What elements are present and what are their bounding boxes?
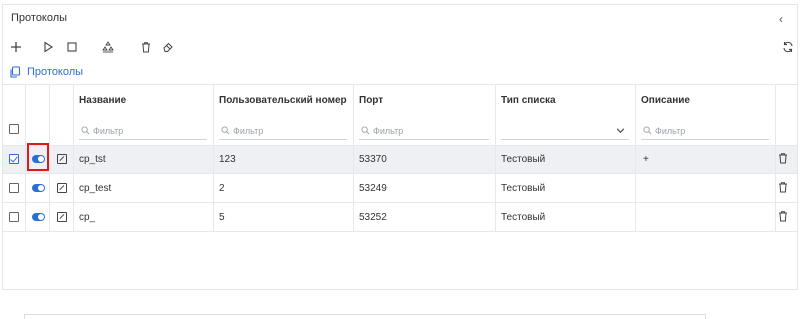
filter-placeholder: Фильтр [233,125,264,136]
stop-icon[interactable] [65,40,79,54]
breadcrumb-label[interactable]: Протоколы [27,66,83,78]
select-all-checkbox[interactable] [9,124,19,134]
cell-list-type: Тестовый [501,212,546,223]
cell-port: 53370 [359,154,387,165]
cell-list-type: Тестовый [501,154,546,165]
column-header-list-type[interactable]: Тип списка [501,95,556,106]
filter-port[interactable]: Фильтр [359,122,489,140]
column-header-name[interactable]: Название [79,95,126,106]
filter-list-type-select[interactable] [501,122,629,140]
column-header-description[interactable]: Описание [641,95,690,106]
plus-icon[interactable] [9,40,23,54]
search-icon [81,126,90,135]
filter-name[interactable]: Фильтр [79,122,207,140]
bottom-panel-edge [24,314,706,319]
filter-placeholder: Фильтр [373,125,404,136]
enable-toggle[interactable] [32,184,45,192]
search-icon [221,126,230,135]
play-icon[interactable] [41,40,55,54]
edit-icon[interactable] [57,212,67,222]
search-icon [643,126,652,135]
chevron-down-icon [616,128,625,134]
enable-toggle[interactable] [32,213,45,221]
trash-icon[interactable] [777,152,789,164]
cell-description: + [643,154,649,165]
trash-icon[interactable] [777,210,789,222]
trash-icon[interactable] [777,181,789,193]
filter-user-number[interactable]: Фильтр [219,122,347,140]
eraser-icon[interactable] [161,40,175,54]
filter-placeholder: Фильтр [93,125,124,136]
cell-user-number: 123 [219,154,236,165]
chevron-left-icon[interactable]: ‹ [779,12,783,26]
copy-icon [9,66,21,78]
search-icon [361,126,370,135]
row-checkbox[interactable] [9,154,19,164]
cluster-icon[interactable] [101,40,115,54]
cell-port: 53252 [359,212,387,223]
panel-title: Протоколы [11,12,68,24]
cell-name: cp_ [79,212,96,223]
refresh-icon[interactable] [781,40,795,54]
filter-placeholder: Фильтр [655,125,686,136]
protocols-table: Название Пользовательский номер Порт Тип… [2,84,798,290]
trash-icon[interactable] [139,40,153,54]
cell-name: cp_test [79,183,112,194]
panel-header: Протоколы ‹ [2,4,798,32]
selected-row-bg [3,145,797,173]
edit-icon[interactable] [57,154,67,164]
row-checkbox[interactable] [9,183,19,193]
cell-list-type: Тестовый [501,183,546,194]
cell-name: cp_tst [79,154,106,165]
cell-user-number: 5 [219,212,225,223]
protocols-panel: Протоколы ‹ Протоколы Название Пользоват… [0,0,800,319]
filter-description[interactable]: Фильтр [641,122,769,140]
cell-user-number: 2 [219,183,225,194]
toolbar [2,32,798,62]
breadcrumb: Протоколы [2,62,798,84]
cell-port: 53249 [359,183,387,194]
row-checkbox[interactable] [9,212,19,222]
highlight-box [27,143,49,171]
edit-icon[interactable] [57,183,67,193]
column-header-user-number[interactable]: Пользовательский номер [219,95,347,106]
column-header-port[interactable]: Порт [359,95,383,106]
